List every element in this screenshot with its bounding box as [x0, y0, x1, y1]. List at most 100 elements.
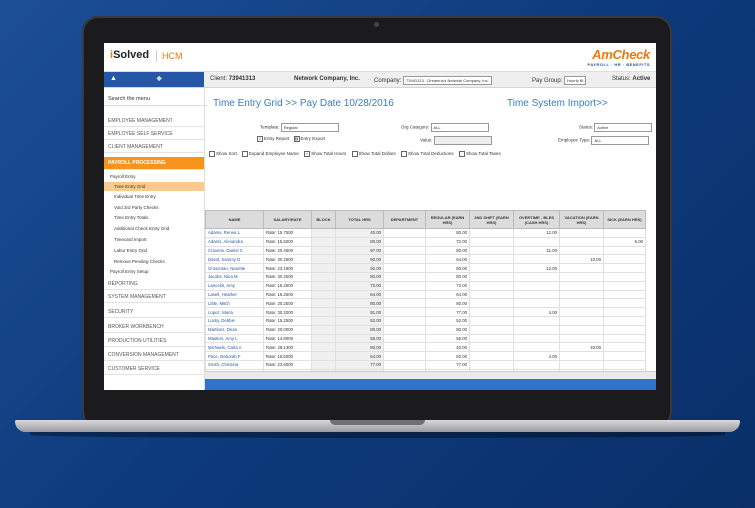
entry-cell[interactable]	[383, 236, 426, 247]
entry-cell[interactable]	[383, 324, 426, 335]
sidebar-sub-time-entry-totals[interactable]: Time Entry Totals	[104, 213, 204, 222]
table-row[interactable]: David, Sammy D Rate: 30.2500 90.00 64.00 10.…	[205, 254, 646, 265]
entry-cell[interactable]: 12.00	[513, 263, 560, 273]
employee-name-link[interactable]: Little, Mitch	[205, 298, 264, 309]
entry-cell[interactable]: 4.00	[513, 307, 560, 317]
entry-cell[interactable]	[603, 280, 646, 291]
employee-name-link[interactable]: Cravens, Daniel C	[205, 245, 264, 256]
entry-cell[interactable]	[559, 263, 604, 273]
entry-cell[interactable]	[559, 315, 604, 326]
table-row[interactable]: Adams, Alexandra Rate: 15.5000 80.00 72.00 6…	[205, 236, 646, 247]
sidebar-sub-header[interactable]: Payroll Entry	[104, 172, 204, 181]
entry-cell[interactable]: 72.00	[425, 236, 470, 247]
entry-cell[interactable]	[559, 245, 604, 256]
entry-cell[interactable]: 4.00	[513, 351, 560, 361]
entry-cell[interactable]: 60.00	[425, 351, 470, 361]
entry-cell[interactable]	[603, 263, 646, 273]
column-header[interactable]: SALARY/RATE	[263, 210, 312, 229]
entry-cell[interactable]	[513, 315, 560, 326]
employee-name-link[interactable]: Smith, Christina	[205, 359, 264, 370]
column-header[interactable]: VACATION (EARN HRS)	[559, 210, 604, 229]
entry-cell[interactable]	[383, 298, 426, 309]
entry-cell[interactable]	[513, 289, 560, 300]
entry-report-icon[interactable]: ✓	[257, 136, 263, 142]
entry-cell[interactable]	[559, 236, 604, 247]
show-total-dollars-checkbox[interactable]: Show Total Dollars	[351, 151, 396, 157]
employee-name-link[interactable]: David, Sammy D	[205, 254, 264, 265]
entry-cell[interactable]	[559, 359, 604, 370]
entry-cell[interactable]	[603, 245, 646, 256]
org-category-dropdown[interactable]: ALL	[430, 123, 489, 132]
table-row[interactable]: Grossman, Nanette Rate: 23.1900 92.00 80.00…	[205, 263, 646, 273]
entry-cell[interactable]	[559, 307, 604, 317]
entry-cell[interactable]	[559, 333, 604, 344]
status-dropdown[interactable]: Active	[594, 123, 653, 132]
template-dropdown[interactable]: Regular	[280, 123, 339, 132]
entry-cell[interactable]	[469, 342, 514, 353]
entry-cell[interactable]	[469, 307, 514, 317]
entry-cell[interactable]	[513, 280, 560, 291]
sidebar-sub-time-entry-grid[interactable]: Time Entry Grid	[104, 182, 204, 191]
entry-cell[interactable]	[383, 333, 426, 344]
table-row[interactable]: Jacobs, Nina M Rate: 30.2500 80.00 80.00	[205, 271, 646, 282]
table-row[interactable]: Masters, Amy L Rate: 14.8000 55.00 55.00	[205, 333, 646, 344]
entry-cell[interactable]	[383, 289, 426, 300]
employee-name-link[interactable]: Martinez, Dean	[205, 324, 264, 335]
entry-cell[interactable]	[469, 271, 514, 282]
entry-cell[interactable]	[469, 228, 514, 238]
entry-cell[interactable]: 80.00	[425, 228, 470, 238]
table-row[interactable]: Pace, Deborah F Rate: 16.6000 64.00 60.00 4.…	[205, 351, 646, 361]
entry-cell[interactable]	[559, 351, 604, 361]
entry-cell[interactable]	[603, 228, 646, 238]
entry-cell[interactable]: 77.00	[425, 359, 470, 370]
entry-cell[interactable]: 55.00	[425, 333, 470, 344]
entry-cell[interactable]: 12.00	[513, 228, 560, 238]
pay-group-dropdown[interactable]: Hourly BI	[564, 76, 587, 85]
entry-cell[interactable]	[603, 324, 646, 335]
column-header[interactable]: 2ND SHIFT (EARN HRS)	[469, 210, 514, 229]
time-system-import-link[interactable]: Time System Import>>	[507, 98, 608, 109]
entry-cell[interactable]: 64.00	[425, 289, 470, 300]
entry-cell[interactable]: 40.00	[559, 342, 604, 353]
sidebar-item-system-management[interactable]: SYSTEM MANAGEMENT	[104, 291, 204, 303]
entry-cell[interactable]	[469, 289, 514, 300]
entry-cell[interactable]	[469, 298, 514, 309]
column-header[interactable]: NAME	[205, 210, 264, 229]
entry-export-button[interactable]: Entry Export	[301, 136, 326, 141]
show-total-hours-checkbox[interactable]: ✓ Show Total Hours	[304, 151, 346, 157]
entry-export-icon[interactable]: ▤	[293, 136, 300, 142]
entry-cell[interactable]	[603, 254, 646, 265]
column-header[interactable]: BLOCK	[311, 210, 336, 229]
entry-cell[interactable]	[603, 333, 646, 344]
entry-cell[interactable]	[603, 359, 646, 370]
entry-cell[interactable]	[469, 245, 514, 256]
sidebar-sub-void-checks[interactable]: Void 3rd Party Checks	[104, 203, 204, 212]
entry-cell[interactable]: 80.00	[425, 245, 470, 256]
entry-cell[interactable]	[513, 324, 560, 335]
entry-cell[interactable]	[469, 324, 514, 335]
entry-cell[interactable]	[469, 333, 514, 344]
entry-cell[interactable]	[559, 228, 604, 238]
entry-cell[interactable]	[383, 263, 426, 273]
table-row[interactable]: Michaels, Carla A Rate: 28.1300 80.00 40.00…	[205, 342, 646, 353]
entry-cell[interactable]	[513, 271, 560, 282]
isolved-logo[interactable]: iSolved	[110, 49, 149, 61]
entry-cell[interactable]	[513, 298, 560, 309]
employee-name-link[interactable]: Adams, Renea L	[205, 228, 264, 238]
employee-name-link[interactable]: Michaels, Carla A	[205, 342, 264, 353]
sidebar-sub-remove-pending-checks[interactable]: Remove Pending Checks	[104, 257, 204, 266]
entry-cell[interactable]	[383, 342, 426, 353]
table-row[interactable]: Little, Mitch Rate: 20.2500 80.00 80.00	[205, 298, 646, 309]
employee-name-link[interactable]: Lancelot, Amy	[205, 280, 264, 291]
entry-cell[interactable]	[383, 280, 426, 291]
table-row[interactable]: Lucky, Debbie Rate: 15.2500 52.00 52.00	[205, 315, 646, 326]
entry-cell[interactable]	[469, 263, 514, 273]
entry-cell[interactable]	[603, 342, 646, 353]
grid-horizontal-scrollbar[interactable]	[205, 371, 656, 379]
table-row[interactable]: Martinez, Dean Rate: 20.0000 80.00 80.00	[205, 324, 646, 335]
entry-cell[interactable]: 80.00	[425, 298, 470, 309]
pin-icon[interactable]: ❖	[156, 75, 162, 83]
entry-cell[interactable]	[513, 236, 560, 247]
employee-name-link[interactable]: Masters, Amy L	[205, 333, 264, 344]
show-total-taxes-checkbox[interactable]: Show Total Taxes	[458, 151, 501, 157]
